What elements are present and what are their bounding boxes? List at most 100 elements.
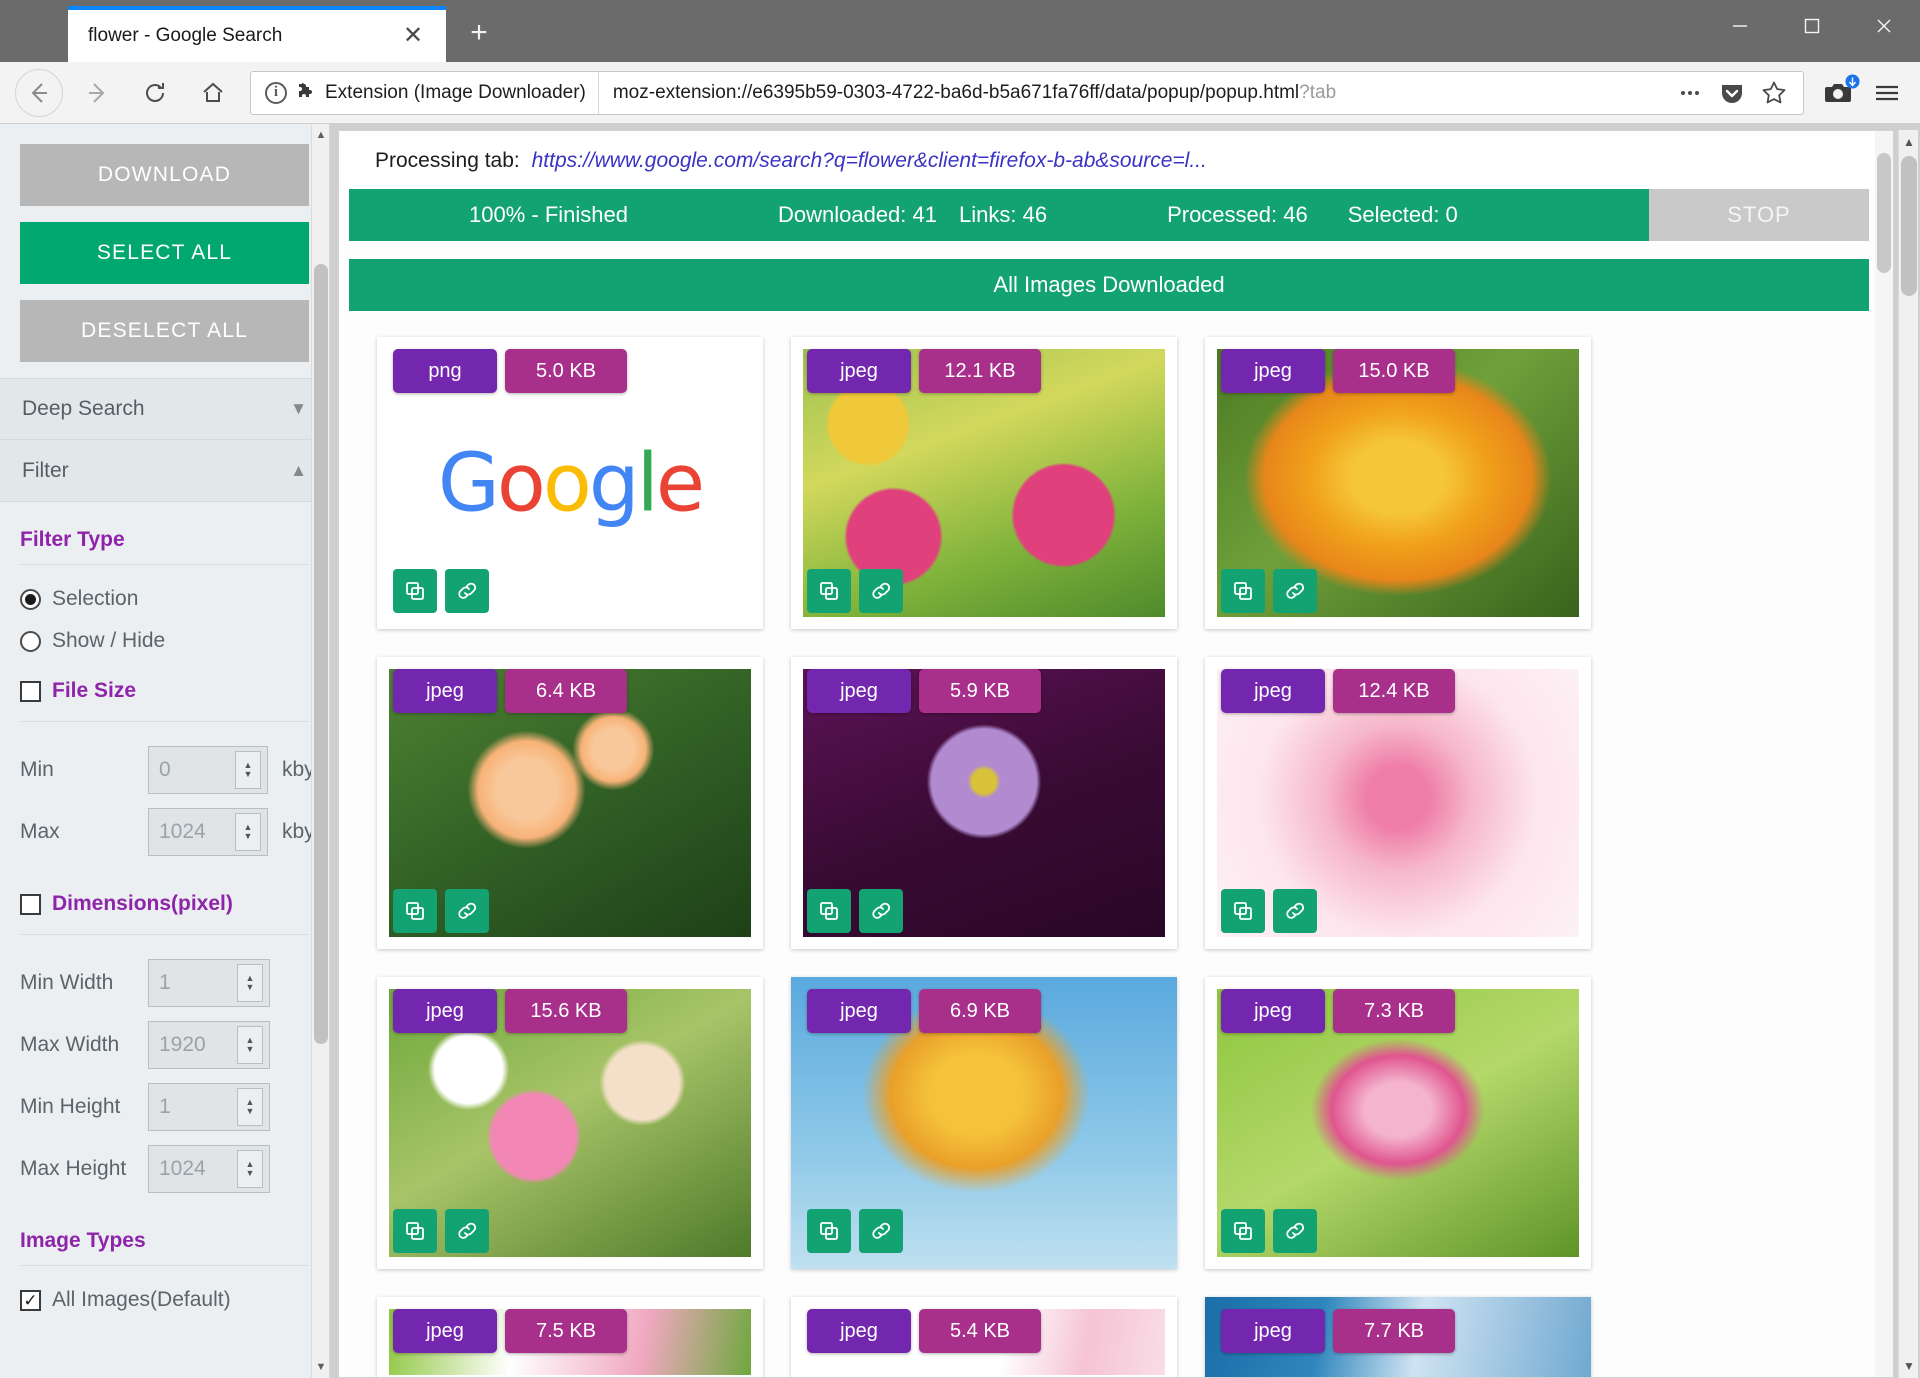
min-height-spinner[interactable]: ▲▼	[148, 1083, 270, 1131]
checkbox-file-size[interactable]: File Size	[20, 679, 309, 703]
image-card[interactable]: jpeg 7.7 KB	[1205, 1297, 1591, 1377]
identity-box[interactable]: i Extension (Image Downloader)	[251, 71, 599, 114]
scroll-up-icon[interactable]: ▲	[312, 124, 329, 146]
page-scroll-up-icon[interactable]: ▲	[1899, 130, 1919, 154]
main-inner-scrollbar-thumb[interactable]	[1877, 153, 1891, 273]
link-icon[interactable]	[859, 1209, 903, 1253]
copy-icon[interactable]	[1221, 1209, 1265, 1253]
image-card[interactable]: jpeg 7.5 KB	[377, 1297, 763, 1377]
checkbox-all-images[interactable]: ✓ All Images(Default)	[20, 1288, 309, 1312]
screenshot-camera-icon[interactable]	[1816, 70, 1862, 116]
page-scrollbar[interactable]: ▲ ▼	[1898, 130, 1918, 1378]
select-all-button[interactable]: SELECT ALL	[20, 222, 309, 284]
checkbox-all-images-label: All Images(Default)	[52, 1288, 231, 1311]
image-card[interactable]: jpeg 12.1 KB	[791, 337, 1177, 629]
min-width-spinner[interactable]: ▲▼	[148, 959, 270, 1007]
field-max-height: Max Height ▲▼	[20, 1145, 309, 1193]
min-width-stepper[interactable]: ▲ ▼	[237, 964, 263, 1002]
download-button[interactable]: DOWNLOAD	[20, 144, 309, 206]
max-height-spinner[interactable]: ▲▼	[148, 1145, 270, 1193]
image-card[interactable]: jpeg 7.3 KB	[1205, 977, 1591, 1269]
processing-url[interactable]: https://www.google.com/search?q=flower&c…	[532, 149, 1207, 172]
copy-icon[interactable]	[393, 889, 437, 933]
image-card[interactable]: Google png 5.0 KB	[377, 337, 763, 629]
copy-icon[interactable]	[393, 1209, 437, 1253]
accordion-deep-search[interactable]: Deep Search ▼	[0, 378, 329, 440]
google-logo: Google	[437, 436, 705, 530]
copy-icon[interactable]	[1221, 569, 1265, 613]
page-actions-icon[interactable]	[1671, 74, 1709, 112]
link-icon[interactable]	[445, 889, 489, 933]
page-scroll-down-icon[interactable]: ▼	[1899, 1354, 1919, 1378]
maximize-icon[interactable]	[1776, 0, 1848, 52]
link-icon[interactable]	[859, 889, 903, 933]
field-max-width-label: Max Width	[20, 1033, 120, 1056]
hamburger-menu-icon[interactable]	[1864, 70, 1910, 116]
image-card[interactable]: jpeg 12.4 KB	[1205, 657, 1591, 949]
min-filesize-spinner[interactable]: ▲▼	[148, 746, 268, 794]
url-text[interactable]: moz-extension://e6395b59-0303-4722-ba6d-…	[599, 82, 1671, 104]
page-content: DOWNLOAD SELECT ALL DESELECT ALL Deep Se…	[0, 124, 1920, 1378]
image-card[interactable]: jpeg 6.4 KB	[377, 657, 763, 949]
max-width-spinner[interactable]: ▲▼	[148, 1021, 270, 1069]
selected-count: Selected: 0	[1347, 202, 1458, 227]
image-card[interactable]: jpeg 15.6 KB	[377, 977, 763, 1269]
home-icon[interactable]	[189, 69, 237, 117]
minimize-icon[interactable]	[1704, 0, 1776, 52]
pocket-icon[interactable]	[1713, 74, 1751, 112]
link-icon[interactable]	[445, 1209, 489, 1253]
max-height-input[interactable]	[149, 1157, 237, 1181]
copy-icon[interactable]	[1221, 889, 1265, 933]
sidebar-scrollbar[interactable]: ▲ ▼	[311, 124, 329, 1378]
copy-icon[interactable]	[393, 569, 437, 613]
scroll-down-icon[interactable]: ▼	[312, 1356, 329, 1378]
stop-button[interactable]: STOP	[1649, 189, 1869, 241]
max-filesize-input[interactable]	[149, 820, 235, 844]
link-icon[interactable]	[1273, 889, 1317, 933]
checkbox-dimensions[interactable]: Dimensions(pixel)	[20, 892, 309, 916]
accordion-filter[interactable]: Filter ▲	[0, 440, 329, 502]
link-icon[interactable]	[1273, 1209, 1317, 1253]
image-type-badge: jpeg	[807, 989, 911, 1033]
max-height-stepper[interactable]: ▲ ▼	[237, 1150, 263, 1188]
max-width-stepper[interactable]: ▲ ▼	[237, 1026, 263, 1064]
min-height-stepper[interactable]: ▲ ▼	[237, 1088, 263, 1126]
close-window-icon[interactable]	[1848, 0, 1920, 52]
deselect-all-button[interactable]: DESELECT ALL	[20, 300, 309, 362]
image-card[interactable]: jpeg 15.0 KB	[1205, 337, 1591, 629]
min-width-input[interactable]	[149, 971, 237, 995]
max-width-input[interactable]	[149, 1033, 237, 1057]
min-height-input[interactable]	[149, 1095, 237, 1119]
main-inner-scrollbar[interactable]	[1875, 131, 1893, 1377]
close-tab-icon[interactable]: ✕	[396, 19, 430, 53]
copy-icon[interactable]	[807, 569, 851, 613]
browser-tab[interactable]: flower - Google Search ✕	[68, 6, 446, 62]
forward-icon[interactable]	[73, 69, 121, 117]
link-icon[interactable]	[859, 569, 903, 613]
link-icon[interactable]	[445, 569, 489, 613]
address-bar[interactable]: i Extension (Image Downloader) moz-exten…	[250, 70, 1804, 115]
link-icon[interactable]	[1273, 569, 1317, 613]
copy-icon[interactable]	[807, 889, 851, 933]
image-card[interactable]: jpeg 5.4 KB	[791, 1297, 1177, 1377]
radio-show-hide[interactable]: Show / Hide	[20, 629, 309, 653]
processed-count: Processed: 46	[1167, 202, 1308, 227]
back-icon[interactable]	[15, 68, 63, 117]
image-card[interactable]: jpeg 5.9 KB	[791, 657, 1177, 949]
sidebar-action-buttons: DOWNLOAD SELECT ALL DESELECT ALL	[0, 124, 329, 362]
new-tab-icon[interactable]: +	[452, 6, 506, 60]
max-filesize-spinner[interactable]: ▲▼	[148, 808, 268, 856]
reload-icon[interactable]	[131, 69, 179, 117]
page-scrollbar-thumb[interactable]	[1901, 156, 1917, 296]
image-size-badge: 5.4 KB	[919, 1309, 1041, 1353]
image-type-badge: jpeg	[1221, 1309, 1325, 1353]
min-filesize-stepper[interactable]: ▲ ▼	[235, 751, 261, 789]
sidebar-scrollbar-thumb[interactable]	[314, 264, 328, 1044]
min-filesize-input[interactable]	[149, 758, 235, 782]
radio-selection[interactable]: Selection	[20, 587, 309, 611]
copy-icon[interactable]	[807, 1209, 851, 1253]
max-filesize-stepper[interactable]: ▲ ▼	[235, 813, 261, 851]
image-type-badge: jpeg	[393, 669, 497, 713]
bookmark-star-icon[interactable]	[1755, 74, 1793, 112]
image-card[interactable]: jpeg 6.9 KB	[791, 977, 1177, 1269]
